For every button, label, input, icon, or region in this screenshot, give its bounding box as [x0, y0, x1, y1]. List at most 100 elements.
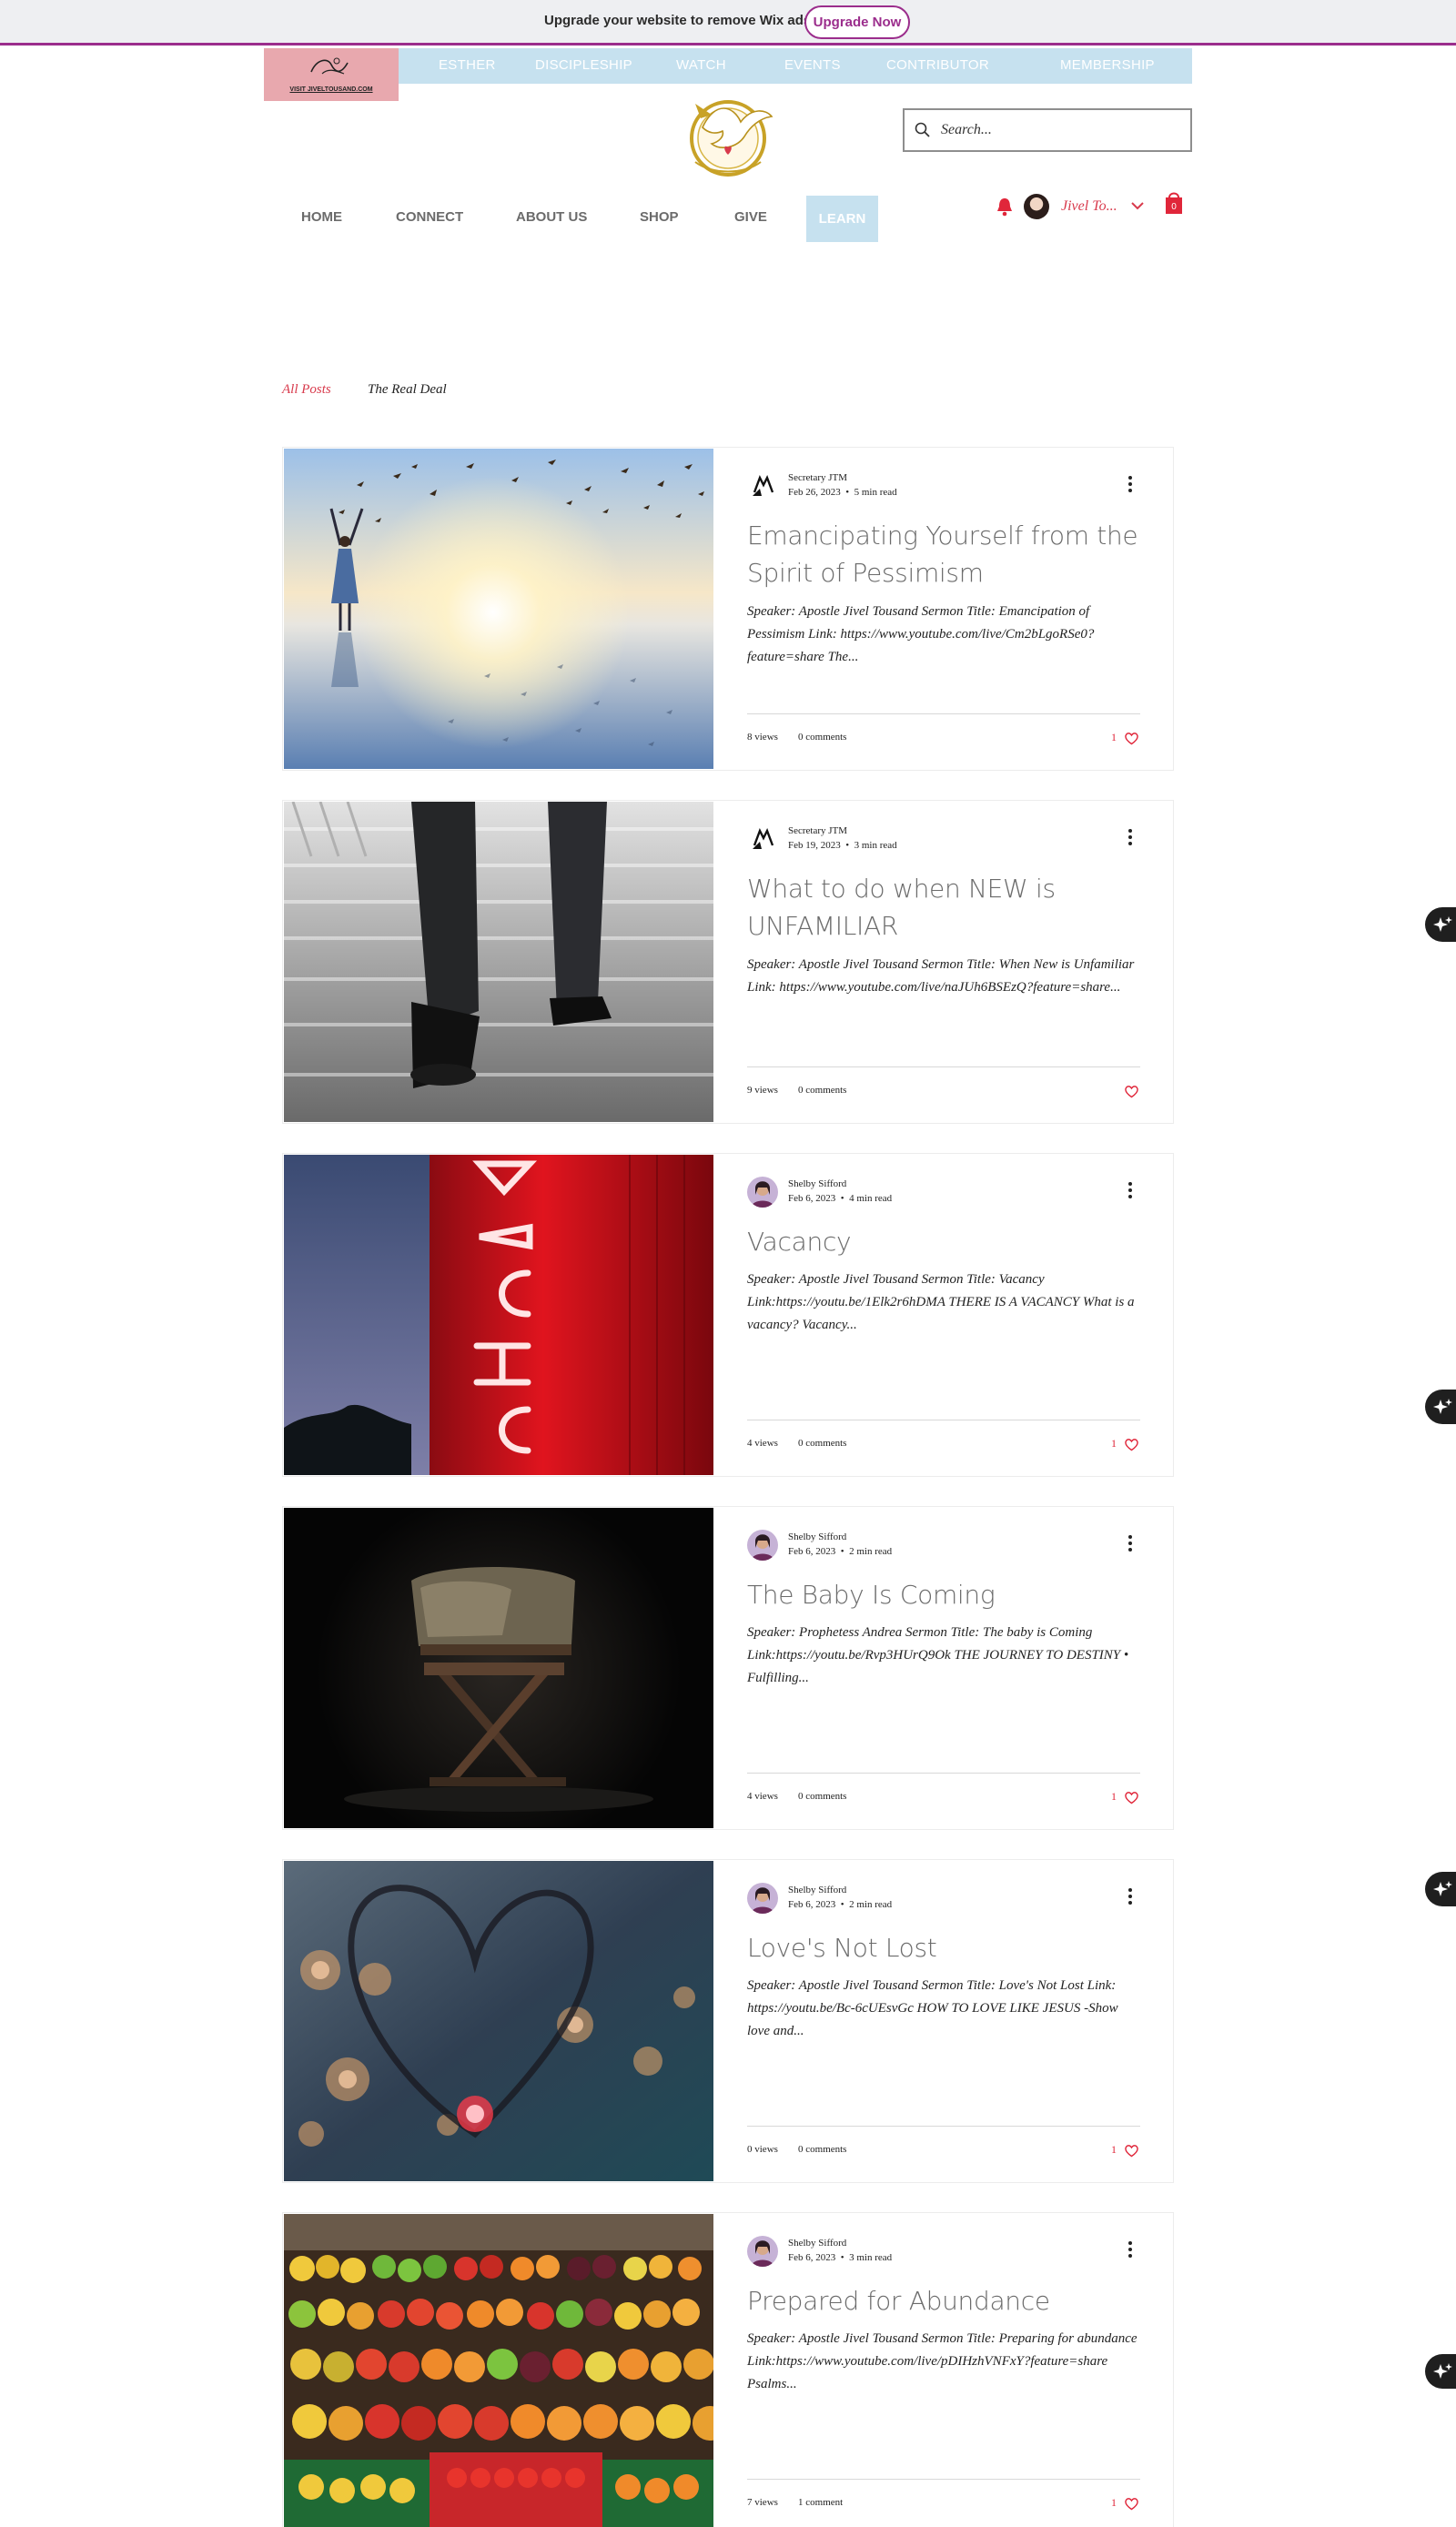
- heart-icon[interactable]: [1124, 1438, 1139, 1451]
- author-avatar[interactable]: [747, 1883, 778, 1914]
- nav-connect[interactable]: CONNECT: [396, 209, 463, 225]
- post-excerpt: Speaker: Apostle Jivel Tousand Sermon Ti…: [747, 604, 1095, 664]
- user-avatar[interactable]: [1024, 194, 1049, 219]
- user-name[interactable]: Jivel To...: [1061, 198, 1117, 215]
- post-read-time: 4 min read: [849, 1193, 893, 1204]
- divider: [747, 2126, 1140, 2127]
- upgrade-now-button[interactable]: Upgrade Now: [804, 5, 910, 39]
- post-author[interactable]: Shelby Sifford: [788, 1178, 846, 1189]
- post-author[interactable]: Shelby Sifford: [788, 1885, 846, 1895]
- post-title[interactable]: What to do when NEW is UNFAMILIAR: [747, 870, 1140, 945]
- post-author[interactable]: Shelby Sifford: [788, 1531, 846, 1542]
- post-meta: Feb 6, 2023 • 2 min read: [788, 1899, 893, 1910]
- post-card[interactable]: Secretary JTM Feb 19, 2023 • 3 min read …: [282, 800, 1174, 1124]
- heart-icon[interactable]: [1124, 1085, 1139, 1098]
- post-author[interactable]: Shelby Sifford: [788, 2238, 846, 2249]
- post-meta: Feb 6, 2023 • 3 min read: [788, 2252, 893, 2263]
- post-image[interactable]: [284, 2214, 713, 2527]
- post-title[interactable]: The Baby Is Coming: [747, 1576, 1140, 1613]
- cart-icon[interactable]: 0: [1163, 188, 1185, 216]
- search-input[interactable]: Search...: [903, 108, 1192, 152]
- post-comments[interactable]: 1 comment: [798, 2497, 843, 2508]
- post-image[interactable]: [284, 1155, 713, 1475]
- bell-icon[interactable]: [996, 197, 1014, 217]
- nav-home[interactable]: HOME: [301, 209, 342, 225]
- post-card[interactable]: Shelby Sifford Feb 6, 2023 • 2 min read …: [282, 1859, 1174, 2183]
- post-card[interactable]: Shelby Sifford Feb 6, 2023 • 2 min read …: [282, 1506, 1174, 1830]
- post-read-time: 3 min read: [849, 2252, 893, 2263]
- strip-item-membership[interactable]: MEMBERSHIP: [1060, 57, 1155, 73]
- more-icon[interactable]: [1127, 1181, 1133, 1199]
- post-views: 8 views: [747, 732, 778, 743]
- ai-sparkle-button[interactable]: [1425, 907, 1456, 942]
- wix-ad-bar: Upgrade your website to remove Wix ads U…: [0, 0, 1456, 45]
- ai-sparkle-button[interactable]: [1425, 1390, 1456, 1424]
- post-comments[interactable]: 0 comments: [798, 1085, 846, 1096]
- strip-item-esther[interactable]: ESTHER: [439, 57, 496, 73]
- more-icon[interactable]: [1127, 2240, 1133, 2259]
- filter-the-real-deal[interactable]: The Real Deal: [368, 382, 447, 398]
- author-avatar[interactable]: [747, 2236, 778, 2267]
- strip-item-events[interactable]: EVENTS: [784, 57, 841, 73]
- divider: [747, 713, 1140, 714]
- post-card[interactable]: Secretary JTM Feb 26, 2023 • 5 min read …: [282, 447, 1174, 771]
- author-avatar[interactable]: [747, 1177, 778, 1208]
- nav-shop[interactable]: SHOP: [640, 209, 679, 225]
- strip-item-discipleship[interactable]: DISCIPLESHIP: [535, 57, 632, 73]
- strip-item-contributor[interactable]: CONTRIBUTOR: [886, 57, 989, 73]
- post-meta: Feb 19, 2023 • 3 min read: [788, 840, 897, 851]
- nav-learn[interactable]: LEARN: [806, 196, 878, 242]
- post-read-time: 5 min read: [854, 487, 897, 498]
- post-likes: 1: [1111, 2143, 1117, 2156]
- post-author[interactable]: Secretary JTM: [788, 825, 847, 836]
- nav-about-us[interactable]: ABOUT US: [516, 209, 587, 225]
- post-views: 7 views: [747, 2497, 778, 2508]
- filter-all-posts[interactable]: All Posts: [282, 382, 331, 398]
- post-image[interactable]: [284, 449, 713, 769]
- site-logo-link[interactable]: VISIT JIVELTOUSAND.COM: [264, 48, 399, 101]
- sparkle-icon: [1433, 1881, 1452, 1896]
- heart-icon[interactable]: [1124, 732, 1139, 745]
- author-avatar[interactable]: [747, 470, 778, 501]
- chevron-down-icon[interactable]: [1129, 199, 1146, 212]
- post-comments[interactable]: 0 comments: [798, 732, 846, 743]
- heart-icon[interactable]: [1124, 1791, 1139, 1804]
- post-image[interactable]: [284, 1508, 713, 1828]
- post-meta: Feb 26, 2023 • 5 min read: [788, 487, 897, 498]
- post-comments[interactable]: 0 comments: [798, 1438, 846, 1449]
- more-icon[interactable]: [1127, 828, 1133, 846]
- dove-logo-icon[interactable]: [675, 91, 781, 182]
- author-avatar[interactable]: [747, 824, 778, 854]
- post-comments[interactable]: 0 comments: [798, 1791, 846, 1802]
- more-icon[interactable]: [1127, 1534, 1133, 1552]
- post-likes: 1: [1111, 1790, 1117, 1803]
- post-excerpt: Speaker: Apostle Jivel Tousand Sermon Ti…: [747, 957, 1135, 995]
- ai-sparkle-button[interactable]: [1425, 1872, 1456, 1906]
- search-placeholder: Search...: [941, 122, 992, 137]
- heart-icon[interactable]: [1124, 2497, 1139, 2511]
- ai-sparkle-button[interactable]: [1425, 2354, 1456, 2389]
- post-title[interactable]: Vacancy: [747, 1223, 1140, 1260]
- post-image[interactable]: [284, 1861, 713, 2181]
- post-date: Feb 6, 2023: [788, 1193, 836, 1204]
- more-icon[interactable]: [1127, 475, 1133, 493]
- nav-give[interactable]: GIVE: [734, 209, 767, 225]
- post-excerpt: Speaker: Prophetess Andrea Sermon Title:…: [747, 1625, 1129, 1685]
- post-title[interactable]: Love's Not Lost: [747, 1929, 1140, 1966]
- more-icon[interactable]: [1127, 1887, 1133, 1905]
- post-card[interactable]: Shelby Sifford Feb 6, 2023 • 3 min read …: [282, 2212, 1174, 2527]
- post-card[interactable]: Shelby Sifford Feb 6, 2023 • 4 min read …: [282, 1153, 1174, 1477]
- sparkle-icon: [1433, 1399, 1452, 1414]
- post-author[interactable]: Secretary JTM: [788, 472, 847, 483]
- post-date: Feb 6, 2023: [788, 1546, 836, 1557]
- post-image[interactable]: [284, 802, 713, 1122]
- author-avatar[interactable]: [747, 1530, 778, 1561]
- post-title[interactable]: Prepared for Abundance: [747, 2282, 1140, 2320]
- post-comments[interactable]: 0 comments: [798, 2144, 846, 2155]
- top-strip-menu: ESTHER DISCIPLESHIP WATCH EVENTS CONTRIB…: [399, 48, 1192, 84]
- strip-item-watch[interactable]: WATCH: [676, 57, 726, 73]
- post-title[interactable]: Emancipating Yourself from the Spirit of…: [747, 517, 1140, 591]
- post-excerpt: Speaker: Apostle Jivel Tousand Sermon Ti…: [747, 2331, 1138, 2391]
- post-likes: 1: [1111, 1437, 1117, 1450]
- heart-icon[interactable]: [1124, 2144, 1139, 2158]
